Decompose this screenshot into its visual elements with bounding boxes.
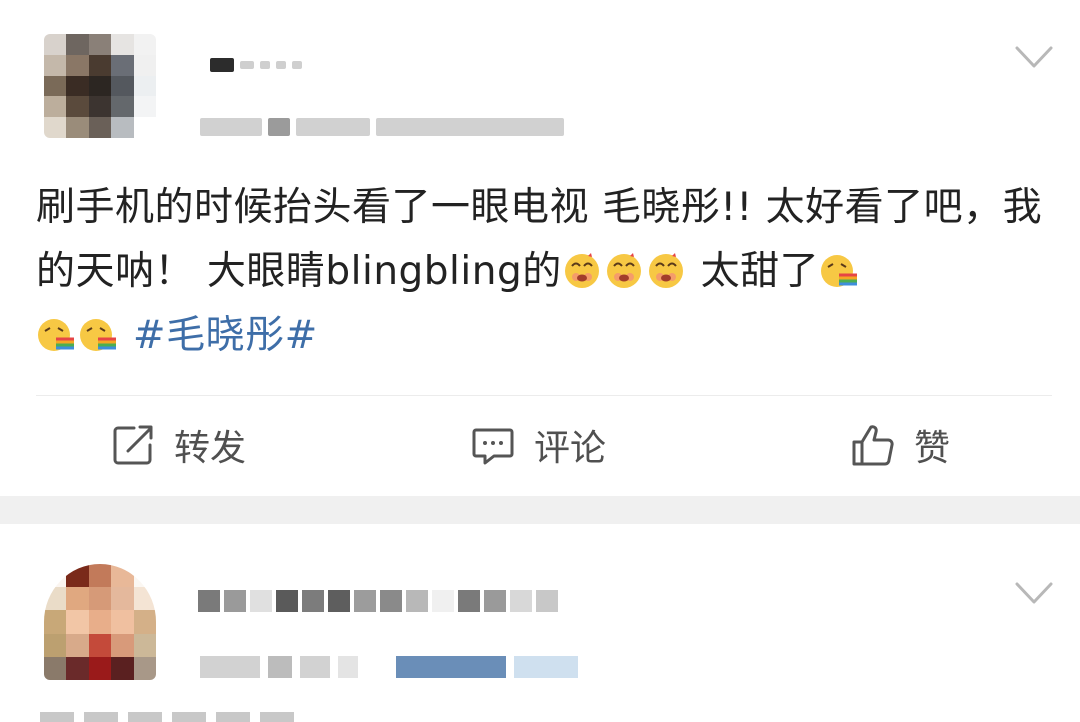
comment-label: 评论 bbox=[534, 428, 607, 469]
repost-button[interactable]: 转发 bbox=[110, 420, 246, 470]
post-text-blurred bbox=[40, 712, 294, 722]
post-meta-blurred bbox=[200, 656, 578, 678]
post-card-next bbox=[0, 524, 1080, 722]
chevron-down-icon[interactable] bbox=[1014, 44, 1054, 72]
rainbow-vomit-emoji bbox=[78, 310, 118, 351]
heart-eyes-emoji bbox=[646, 246, 686, 288]
comment-bubble-icon bbox=[472, 428, 514, 465]
author-name-blurred[interactable] bbox=[198, 590, 558, 612]
rainbow-vomit-emoji bbox=[36, 310, 76, 351]
avatar-blurred[interactable] bbox=[44, 34, 156, 138]
rainbow-vomit-emoji bbox=[819, 246, 859, 287]
like-label: 赞 bbox=[914, 428, 951, 469]
post-meta-blurred bbox=[200, 118, 564, 136]
heart-eyes-emoji bbox=[562, 246, 602, 288]
post-card: 刷手机的时候抬头看了一眼电视 毛晓彤!! 太好看了吧，我的天呐！ 大眼睛blin… bbox=[0, 0, 1080, 496]
share-edit-icon bbox=[113, 425, 153, 465]
like-button[interactable]: 赞 bbox=[850, 420, 950, 470]
author-name-blurred[interactable] bbox=[210, 58, 302, 72]
avatar-blurred[interactable] bbox=[44, 564, 156, 680]
chevron-down-icon[interactable] bbox=[1014, 580, 1054, 608]
comment-button[interactable]: 评论 bbox=[470, 420, 606, 470]
post-text: 刷手机的时候抬头看了一眼电视 毛晓彤!! 太好看了吧，我的天呐！ 大眼睛blin… bbox=[36, 176, 1046, 368]
heart-eyes-emoji bbox=[604, 246, 644, 288]
post-text-main: 刷手机的时候抬头看了一眼电视 毛晓彤!! 太好看了吧，我的天呐！ 大眼睛blin… bbox=[36, 185, 1043, 294]
feed-separator bbox=[0, 496, 1080, 524]
post-text-sweet: 太甜了 bbox=[687, 249, 820, 294]
hashtag-link[interactable]: #毛晓彤# bbox=[133, 313, 318, 358]
repost-label: 转发 bbox=[174, 428, 247, 469]
thumbs-up-icon bbox=[852, 425, 894, 466]
post-action-bar: 转发 评论 赞 bbox=[0, 396, 1080, 496]
